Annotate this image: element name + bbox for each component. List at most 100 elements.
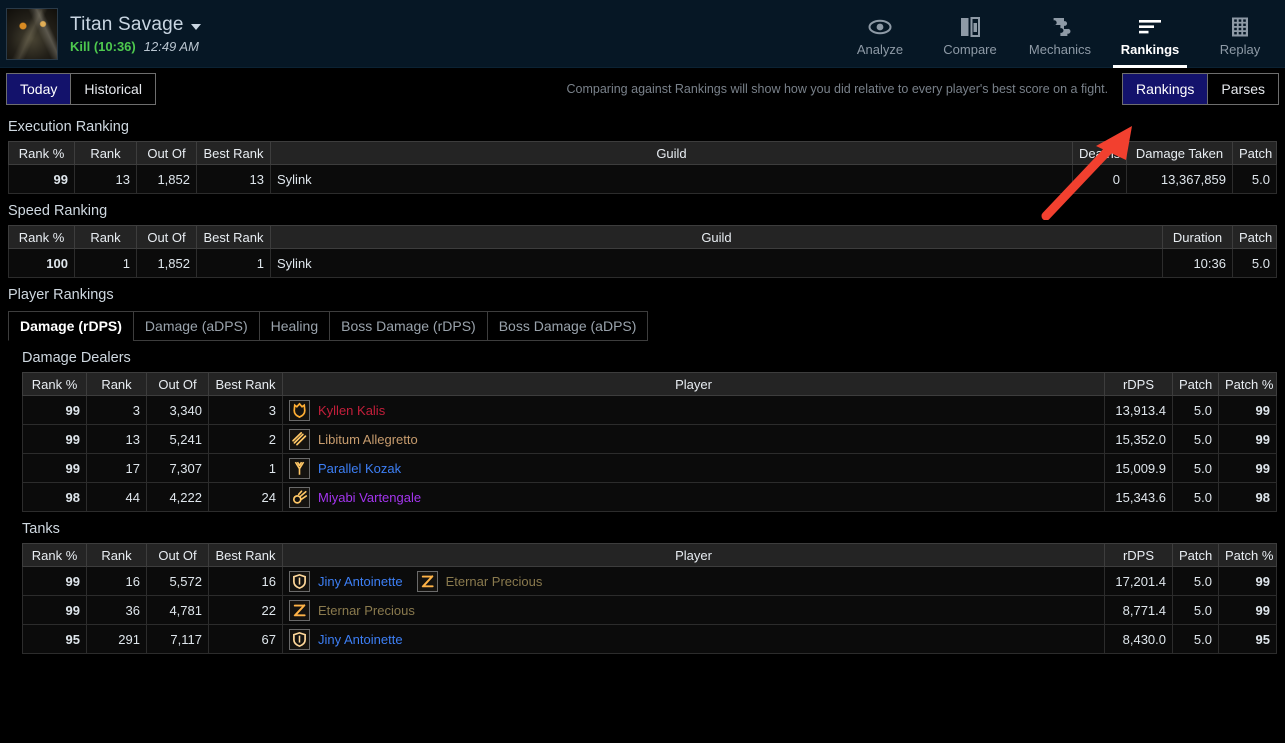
col-damage-taken[interactable]: Damage Taken	[1126, 141, 1233, 165]
main-nav: Analyze Compare Mechanics Rankings Repla…	[835, 0, 1285, 68]
col-rank-pct[interactable]: Rank %	[22, 543, 87, 567]
col-out-of[interactable]: Out Of	[146, 543, 209, 567]
col-patch[interactable]: Patch	[1232, 225, 1277, 249]
col-patch[interactable]: Patch	[1172, 372, 1219, 396]
col-deaths[interactable]: Deaths	[1072, 141, 1127, 165]
col-patch[interactable]: Patch	[1172, 543, 1219, 567]
col-patch-pct[interactable]: Patch %	[1218, 543, 1277, 567]
parses-button[interactable]: Parses	[1207, 73, 1279, 105]
col-out-of[interactable]: Out Of	[146, 372, 209, 396]
speed-ranking-table: Rank % Rank Out Of Best Rank Guild Durat…	[8, 225, 1277, 278]
speed-ranking-title: Speed Ranking	[8, 203, 108, 219]
nav-item-mechanics[interactable]: Mechanics	[1015, 0, 1105, 68]
col-rank[interactable]: Rank	[86, 543, 147, 567]
cell-rank-pct: 100	[8, 248, 75, 278]
cell-rank: 17	[86, 453, 147, 483]
cell-best-rank: 3	[208, 395, 283, 425]
cell-patch: 5.0	[1172, 624, 1219, 654]
player-ranking-groups: Damage Dealers Rank % Rank Out Of Best Rank P…	[0, 341, 1285, 654]
col-rank[interactable]: Rank	[74, 225, 137, 249]
col-patch[interactable]: Patch	[1232, 141, 1277, 165]
table-row: 99 13 1,852 13 Sylink 0 13,367,859 5.0	[8, 164, 1277, 194]
tab-boss-damage-rdps[interactable]: Boss Damage (rDPS)	[329, 311, 487, 341]
cell-rdps: 15,343.6	[1104, 482, 1173, 512]
col-rdps[interactable]: rDPS	[1104, 543, 1173, 567]
tab-boss-damage-adps[interactable]: Boss Damage (aDPS)	[486, 311, 649, 341]
app-header: Titan Savage Kill (10:36) 12:49 AM Analy…	[0, 0, 1285, 68]
today-button[interactable]: Today	[6, 73, 71, 105]
player-name-link[interactable]: Jiny Antoinette	[318, 632, 403, 647]
col-rank[interactable]: Rank	[74, 141, 137, 165]
tab-healing[interactable]: Healing	[258, 311, 330, 341]
fight-selector[interactable]: Titan Savage	[70, 14, 201, 36]
cell-rank: 13	[86, 424, 147, 454]
col-best-rank[interactable]: Best Rank	[208, 543, 283, 567]
cell-guild[interactable]: Sylink	[270, 248, 1163, 278]
group-title-0: Damage Dealers	[22, 350, 131, 366]
cell-rank: 3	[86, 395, 147, 425]
cell-best-rank: 1	[196, 248, 271, 278]
col-guild[interactable]: Guild	[270, 225, 1163, 249]
cell-patch: 5.0	[1232, 164, 1277, 194]
nav-item-rankings[interactable]: Rankings	[1105, 0, 1195, 68]
class-icon-shield	[289, 570, 310, 592]
execution-ranking-title: Execution Ranking	[8, 119, 129, 135]
cell-best-rank: 22	[208, 595, 283, 625]
col-best-rank[interactable]: Best Rank	[196, 225, 271, 249]
chevron-down-icon[interactable]	[190, 23, 201, 30]
class-icon-zodiac	[289, 599, 310, 621]
table-row: 99 17 7,307 1 Parallel Kozak 15,009.9 5.0 99	[22, 453, 1277, 483]
player-name-link[interactable]: Libitum Allegretto	[318, 432, 418, 447]
table-row: 99 13 5,241 2 Libitum Allegretto 15,352.0 5.0 9…	[22, 424, 1277, 454]
historical-button[interactable]: Historical	[70, 73, 156, 105]
col-duration[interactable]: Duration	[1162, 225, 1233, 249]
cell-guild[interactable]: Sylink	[270, 164, 1073, 194]
rankings-button[interactable]: Rankings	[1122, 73, 1208, 105]
cell-patch: 5.0	[1172, 482, 1219, 512]
col-guild[interactable]: Guild	[270, 141, 1073, 165]
cell-rank: 16	[86, 566, 147, 596]
col-best-rank[interactable]: Best Rank	[196, 141, 271, 165]
nav-label-replay: Replay	[1219, 41, 1261, 57]
cell-patch: 5.0	[1172, 453, 1219, 483]
player-name-link[interactable]: Kyllen Kalis	[318, 403, 385, 418]
cell-patch: 5.0	[1172, 566, 1219, 596]
cell-rank: 36	[86, 595, 147, 625]
nav-item-replay[interactable]: Replay	[1195, 0, 1285, 68]
nav-item-analyze[interactable]: Analyze	[835, 0, 925, 68]
cell-out-of: 7,117	[146, 624, 209, 654]
cell-rank-pct: 99	[22, 453, 87, 483]
group-table-wrap-0: Rank % Rank Out Of Best Rank Player rDPS Patch…	[0, 372, 1285, 512]
col-best-rank[interactable]: Best Rank	[208, 372, 283, 396]
cell-rdps: 8,430.0	[1104, 624, 1173, 654]
col-out-of[interactable]: Out Of	[136, 225, 197, 249]
cell-deaths: 0	[1072, 164, 1127, 194]
class-icon-shield	[289, 628, 310, 650]
player-name-link[interactable]: Miyabi Vartengale	[318, 490, 421, 505]
cell-patch-pct: 99	[1218, 566, 1277, 596]
tab-damage-rdps[interactable]: Damage (rDPS)	[8, 311, 133, 341]
tab-damage-adps[interactable]: Damage (aDPS)	[132, 311, 259, 341]
cell-patch-pct: 95	[1218, 624, 1277, 654]
nav-item-compare[interactable]: Compare	[925, 0, 1015, 68]
player-name-link[interactable]: Eternar Precious	[318, 603, 415, 618]
player-name-link[interactable]: Parallel Kozak	[318, 461, 401, 476]
col-out-of[interactable]: Out Of	[136, 141, 197, 165]
col-rdps[interactable]: rDPS	[1104, 372, 1173, 396]
table-header-row: Rank % Rank Out Of Best Rank Player rDPS Patch…	[22, 372, 1277, 396]
col-player[interactable]: Player	[282, 372, 1105, 396]
player-name-link[interactable]: Jiny Antoinette	[318, 574, 403, 589]
cell-rank-pct: 98	[22, 482, 87, 512]
content-area: Execution Ranking Rank % Rank Out Of Bes…	[0, 110, 1285, 654]
col-player[interactable]: Player	[282, 543, 1105, 567]
table-row: 98 44 4,222 24 Miyabi Vartengale 15,343.6 5.0 9…	[22, 482, 1277, 512]
col-rank-pct[interactable]: Rank %	[8, 225, 75, 249]
cell-best-rank: 13	[196, 164, 271, 194]
cell-patch-pct: 98	[1218, 482, 1277, 512]
secondary-player-name-link[interactable]: Eternar Precious	[446, 574, 543, 589]
col-rank-pct[interactable]: Rank %	[22, 372, 87, 396]
col-rank-pct[interactable]: Rank %	[8, 141, 75, 165]
col-rank[interactable]: Rank	[86, 372, 147, 396]
cell-player: Parallel Kozak	[282, 453, 1105, 483]
col-patch-pct[interactable]: Patch %	[1218, 372, 1277, 396]
